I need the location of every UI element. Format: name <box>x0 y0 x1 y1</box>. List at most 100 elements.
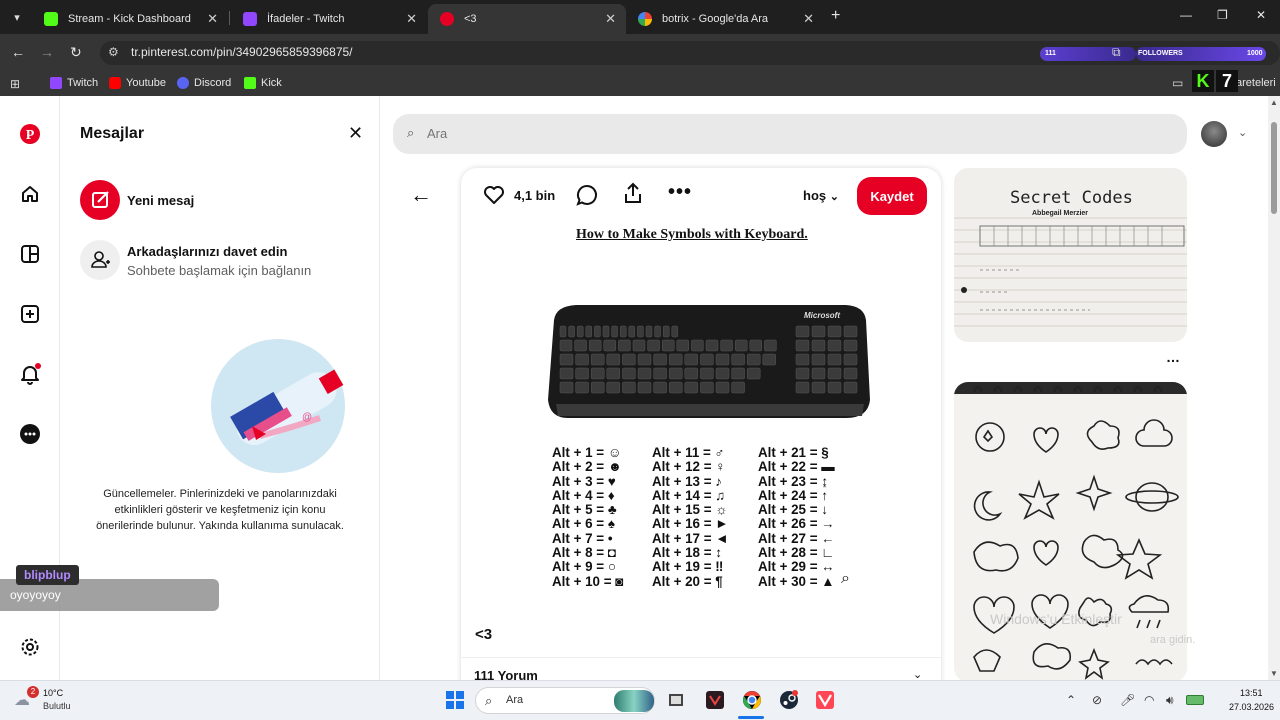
notifications-bell-icon[interactable] <box>18 362 42 386</box>
close-tab-icon[interactable]: ✕ <box>406 11 417 27</box>
discord-logo-icon <box>177 77 189 89</box>
board-select[interactable]: hoş ⌄ <box>803 188 839 203</box>
search-input[interactable]: ⌕ Ara <box>393 114 1187 154</box>
followers-goal: 1000 <box>1247 50 1263 57</box>
comment-icon[interactable] <box>576 184 598 206</box>
stream-chat-username: blipblup <box>16 565 79 585</box>
secret-codes-author: Abbegail Merzier <box>1032 210 1089 217</box>
home-icon[interactable] <box>18 182 42 206</box>
pin-image[interactable]: How to Make Symbols with Keyboard. Micro… <box>541 220 871 598</box>
explore-icon[interactable] <box>18 242 42 266</box>
chevron-down-icon[interactable]: ⌄ <box>913 668 922 680</box>
back-arrow-icon[interactable]: ← <box>410 182 432 208</box>
bookmark-kick[interactable]: Kick <box>244 77 282 89</box>
settings-gear-icon[interactable] <box>18 635 42 659</box>
heart-icon[interactable] <box>483 185 505 205</box>
close-tab-icon[interactable]: ✕ <box>207 11 218 27</box>
weather-temperature[interactable]: 10°C <box>43 688 63 698</box>
cast-icon[interactable]: ⧉ <box>1112 45 1121 60</box>
tab-label: <3 <box>464 13 477 25</box>
close-window-button[interactable]: ✕ <box>1256 8 1266 22</box>
zoom-lens-icon[interactable]: ⌕ <box>841 570 850 588</box>
pin-toolbar: 4,1 bin ••• hoş ⌄ Kaydet <box>461 168 941 220</box>
volume-icon[interactable]: 🔊︎ <box>1166 693 1174 708</box>
related-pin-secret-codes[interactable]: Secret Codes Abbegail Merzier <box>954 168 1187 342</box>
new-tab-button[interactable]: + <box>831 7 840 25</box>
share-icon[interactable] <box>623 182 643 204</box>
url-text[interactable]: tr.pinterest.com/pin/34902965859396875/ <box>131 45 353 59</box>
valorant-icon[interactable] <box>813 688 837 712</box>
steam-icon[interactable] <box>777 688 801 712</box>
chevron-down-icon[interactable]: ⌄ <box>1238 126 1247 139</box>
tab-google[interactable]: botrix - Google'da Ara ✕ <box>626 4 824 34</box>
wifi-icon[interactable]: ◠ <box>1144 693 1154 707</box>
save-button[interactable]: Kaydet <box>857 177 927 215</box>
scrollbar-thumb[interactable] <box>1271 122 1277 214</box>
pinterest-logo-icon[interactable]: P <box>18 122 42 146</box>
alt-code-column-2: Alt + 11 = ♂ Alt + 12 = ♀ Alt + 13 = ♪ Alt … <box>652 445 729 589</box>
file-explorer-icon[interactable] <box>664 688 688 712</box>
clock-time[interactable]: 13:51 <box>1240 688 1263 698</box>
folder-icon[interactable]: ▭ <box>1172 76 1183 90</box>
back-icon[interactable]: ← <box>11 44 25 60</box>
kick-logo-icon <box>44 12 58 26</box>
youtube-logo-icon <box>109 77 121 89</box>
windows-activation-watermark-2: ara gidin. <box>1150 634 1196 646</box>
bookmark-youtube[interactable]: Youtube <box>109 77 166 89</box>
apps-grid-icon[interactable]: ⊞ <box>10 77 20 91</box>
tab-kick-dashboard[interactable]: Stream - Kick Dashboard ✕ <box>32 4 228 34</box>
bookmarks-overflow[interactable]: areteleri <box>1236 77 1276 89</box>
bookmark-twitch[interactable]: Twitch <box>50 77 98 89</box>
maximize-button[interactable]: ❐ <box>1217 8 1228 22</box>
obs-app-icon[interactable] <box>703 688 727 712</box>
pin-title: <3 <box>475 626 493 643</box>
reload-icon[interactable]: ↻ <box>70 44 82 61</box>
comments-count[interactable]: 111 Yorum <box>474 668 538 680</box>
pin-card: 4,1 bin ••• hoş ⌄ Kaydet How to Make Sym… <box>461 168 941 680</box>
more-options-icon[interactable]: ••• <box>668 181 692 204</box>
new-message-label[interactable]: Yeni mesaj <box>127 193 194 208</box>
messages-title: Mesajlar <box>80 125 145 142</box>
tab-label: botrix - Google'da Ara <box>662 13 769 25</box>
more-options-icon[interactable]: … <box>1166 349 1180 365</box>
scroll-up-icon[interactable]: ▲ <box>1270 98 1278 107</box>
kick-logo-icon <box>244 77 256 89</box>
minimize-button[interactable]: — <box>1180 8 1192 22</box>
followers-label: FOLLOWERS <box>1138 50 1183 57</box>
search-icon: ⌕ <box>407 125 415 140</box>
tray-chevron-icon[interactable]: ⌃ <box>1066 693 1076 707</box>
create-icon[interactable] <box>18 302 42 326</box>
network-off-icon[interactable]: ⊘ <box>1092 693 1102 707</box>
chrome-icon[interactable] <box>740 688 764 712</box>
new-message-button[interactable] <box>80 180 120 220</box>
chevron-down-icon: ⌄ <box>829 191 839 203</box>
close-tab-icon[interactable]: ✕ <box>605 11 616 27</box>
keyboard-illustration: Microsoft <box>548 305 870 418</box>
bookmark-discord[interactable]: Discord <box>177 77 231 89</box>
svg-text:P: P <box>26 128 35 143</box>
weather-description[interactable]: Bulutlu <box>43 701 71 711</box>
site-info-icon[interactable]: ⚙ <box>108 45 119 59</box>
search-icon: ⌕ <box>485 693 493 708</box>
messages-icon[interactable] <box>18 422 42 446</box>
close-icon[interactable]: ✕ <box>348 123 363 144</box>
clock-date[interactable]: 27.03.2026 <box>1229 702 1274 712</box>
scroll-down-icon[interactable]: ▼ <box>1270 669 1278 678</box>
microphone-icon[interactable]: 🎤︎ <box>1120 693 1135 707</box>
updates-description: Güncellemeler. Pinlerinizdeki ve panolar… <box>96 488 344 532</box>
tab-search-dropdown[interactable]: ▾ <box>6 6 28 28</box>
invite-title[interactable]: Arkadaşlarınızı davet edin <box>127 244 287 259</box>
tab-pinterest[interactable]: <3 ✕ <box>428 4 626 34</box>
battery-icon[interactable] <box>1186 695 1204 705</box>
tab-twitch[interactable]: İfadeler - Twitch ✕ <box>231 4 427 34</box>
avatar[interactable] <box>1201 121 1227 147</box>
pinterest-logo-icon <box>440 12 454 26</box>
compose-icon <box>92 191 109 208</box>
search-placeholder: Ara <box>427 126 448 141</box>
google-logo-icon <box>638 12 652 26</box>
windows-start-icon[interactable] <box>443 688 467 712</box>
invite-friends-button[interactable] <box>80 240 120 280</box>
close-tab-icon[interactable]: ✕ <box>803 11 814 27</box>
forward-icon[interactable]: → <box>40 44 54 60</box>
viewer-count: 111 <box>1045 50 1056 57</box>
